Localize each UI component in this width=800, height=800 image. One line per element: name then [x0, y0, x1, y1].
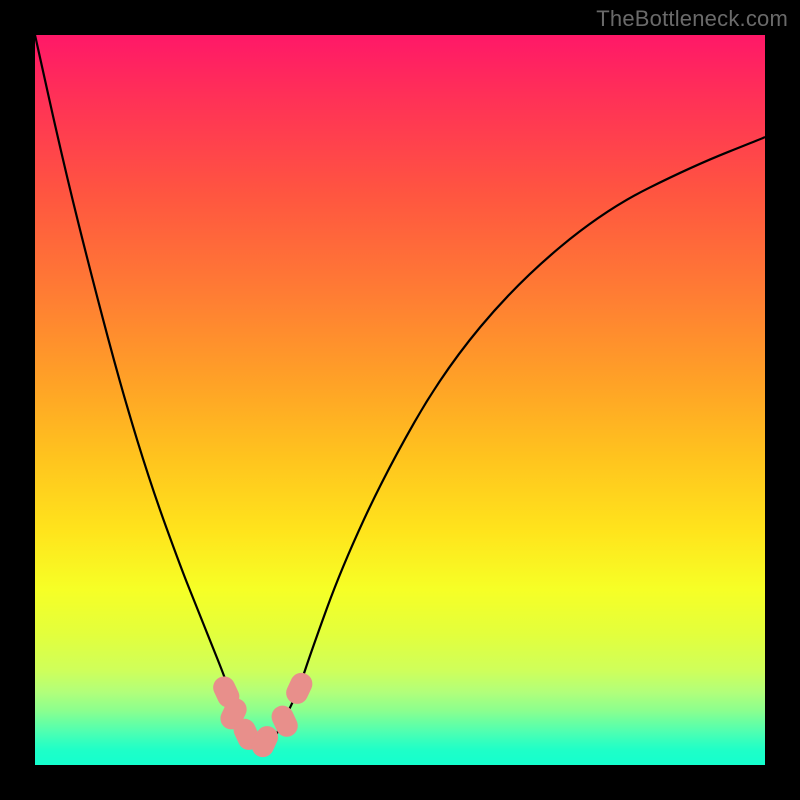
chart-frame: TheBottleneck.com [0, 0, 800, 800]
bottleneck-curve [35, 35, 765, 743]
dip-marker-6 [283, 669, 316, 707]
chart-plot-area [35, 35, 765, 765]
marker-lozenge-icon [283, 669, 316, 707]
watermark-text: TheBottleneck.com [596, 6, 788, 32]
chart-svg [35, 35, 765, 765]
